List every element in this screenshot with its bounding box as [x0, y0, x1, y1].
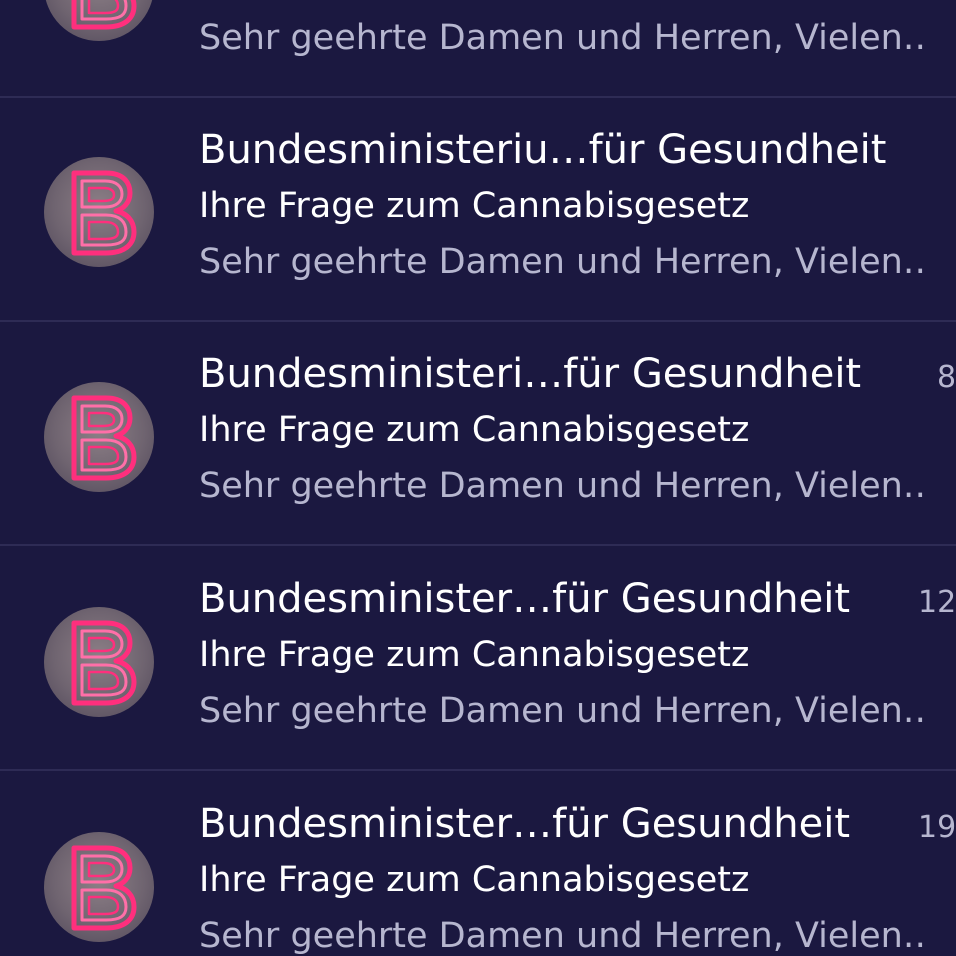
message-row[interactable]: Bundesministeri…für Gesundheit Ihre Frag…: [0, 322, 956, 546]
received-date: 8: [937, 360, 956, 395]
sender-avatar: [44, 382, 154, 492]
subject-line: Ihre Frage zum Cannabisgesetz: [199, 186, 750, 226]
neon-letter-b-icon: [71, 845, 137, 931]
neon-letter-b-icon: [71, 620, 137, 706]
preview-text: Sehr geehrte Damen und Herren, Vielen…: [199, 18, 927, 58]
received-date: 12: [918, 585, 956, 620]
sender-avatar: [44, 832, 154, 942]
sender-name: Bundesministeriu…für Gesundheit: [199, 127, 887, 173]
message-row[interactable]: Bundesminister…für Gesundheit Ihre Frage…: [0, 772, 956, 956]
sender-name: Bundesministeri…für Gesundheit: [199, 351, 862, 397]
sender-avatar: [44, 0, 154, 41]
subject-line: Ihre Frage zum Cannabisgesetz: [199, 410, 750, 450]
preview-text: Sehr geehrte Damen und Herren, Vielen…: [199, 691, 927, 731]
preview-text: Sehr geehrte Damen und Herren, Vielen…: [199, 242, 927, 282]
neon-letter-b-icon: [71, 170, 137, 256]
subject-line: Ihre Frage zum Cannabisgesetz: [199, 635, 750, 675]
sender-name: Bundesminister…für Gesundheit: [199, 576, 850, 622]
message-list: Sehr geehrte Damen und Herren, Vielen… B…: [0, 0, 956, 956]
message-row[interactable]: Sehr geehrte Damen und Herren, Vielen…: [0, 0, 956, 98]
subject-line: Ihre Frage zum Cannabisgesetz: [199, 860, 750, 900]
received-date: 19: [918, 810, 956, 845]
message-row[interactable]: Bundesminister…für Gesundheit Ihre Frage…: [0, 547, 956, 771]
sender-avatar: [44, 607, 154, 717]
preview-text: Sehr geehrte Damen und Herren, Vielen…: [199, 916, 927, 956]
sender-name: Bundesminister…für Gesundheit: [199, 801, 850, 847]
sender-avatar: [44, 157, 154, 267]
neon-letter-b-icon: [71, 0, 137, 30]
preview-text: Sehr geehrte Damen und Herren, Vielen…: [199, 466, 927, 506]
neon-letter-b-icon: [71, 395, 137, 481]
message-row[interactable]: Bundesministeriu…für Gesundheit Ihre Fra…: [0, 98, 956, 322]
